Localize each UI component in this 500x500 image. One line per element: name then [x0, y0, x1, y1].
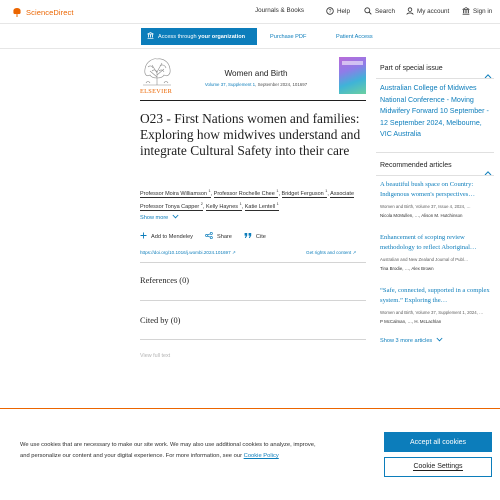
header-divider: [140, 100, 366, 101]
plus-icon: [140, 232, 147, 241]
view-full-text-link[interactable]: View full text: [140, 353, 170, 359]
sidebar-divider: [376, 152, 494, 153]
institution-icon: [147, 32, 154, 41]
access-label: Access through your organization: [158, 33, 246, 40]
nav-sign-in[interactable]: Sign in: [462, 7, 492, 15]
volume-link[interactable]: Volume 37, Supplement 1: [205, 82, 255, 87]
recommended-article-title[interactable]: “Safe, connected, supported in a complex…: [380, 286, 492, 305]
nav-label: Help: [337, 7, 350, 15]
chevron-up-icon[interactable]: [484, 163, 492, 181]
doi-link[interactable]: https://doi.org/10.1016/j.wombi.2024.101…: [140, 250, 236, 256]
show-more-articles-button[interactable]: Show 3 more articles: [380, 337, 443, 344]
cookie-settings-button[interactable]: Cookie Settings: [384, 457, 492, 477]
nav-label: Search: [375, 7, 395, 15]
patient-access-link[interactable]: Patient Access: [336, 34, 373, 40]
divider: [140, 339, 366, 340]
recommended-article-authors: P McCalman, …, H. McLachlan: [380, 319, 442, 324]
date-pages: , September 2024, 101697: [255, 82, 308, 87]
search-icon: [364, 7, 372, 15]
elsevier-tree-icon: [12, 7, 22, 18]
show-more-label: Show more: [140, 214, 169, 221]
sidebar-divider: [376, 78, 494, 79]
publisher-name: ELSEVIER: [140, 88, 173, 95]
cookie-policy-link[interactable]: Cookie Policy: [244, 453, 279, 459]
cite-label: Cite: [255, 233, 266, 240]
nav-my-account[interactable]: My account: [406, 7, 449, 15]
recommended-article-meta: Women and Birth, Volume 37, Supplement 1…: [380, 310, 484, 315]
journal-title[interactable]: Women and Birth: [176, 69, 336, 78]
nav-journals-books[interactable]: Journals & Books: [255, 7, 304, 14]
special-issue-heading: Part of special issue: [380, 65, 443, 72]
recommended-article-meta: Women and Birth, Volume 37, Issue 4, 202…: [380, 204, 471, 209]
add-to-mendeley-button[interactable]: Add to Mendeley: [140, 232, 193, 241]
journal-cover-image[interactable]: [339, 57, 366, 94]
access-bar: Access through your organization Purchas…: [0, 26, 500, 49]
share-button[interactable]: Share: [205, 231, 232, 241]
share-label: Share: [216, 233, 232, 240]
chevron-down-icon: [172, 214, 179, 221]
logo-text: ScienceDirect: [26, 8, 74, 17]
cookie-settings-label: Cookie Settings: [413, 463, 463, 471]
chevron-up-icon[interactable]: [484, 66, 492, 84]
recommended-article-authors: Tina Brodie, …, Alex Brown: [380, 266, 434, 271]
cited-by-heading: Cited by (0): [140, 316, 181, 325]
accept-all-cookies-button[interactable]: Accept all cookies: [384, 432, 492, 452]
author-list: Professor Moira Williamson 1, Professor …: [140, 189, 355, 212]
nav-help[interactable]: ? Help: [326, 7, 350, 15]
show-more-authors-button[interactable]: Show more: [140, 214, 179, 221]
cookie-banner: We use cookies that are necessary to mak…: [0, 409, 500, 500]
person-icon: [406, 7, 414, 15]
article-actions: Add to Mendeley Share Cite: [140, 231, 266, 241]
divider: [140, 300, 366, 301]
purchase-pdf-link[interactable]: Purchase PDF: [270, 34, 306, 40]
recommended-article-authors: Nicola McMullen, …, Alison M. Hutchinson: [380, 213, 463, 218]
divider: [140, 262, 366, 263]
access-through-organization-button[interactable]: Access through your organization: [141, 28, 257, 45]
nav-label: Journals & Books: [255, 7, 305, 14]
special-issue-link[interactable]: Australian College of Midwives National …: [380, 83, 490, 141]
svg-text:?: ?: [329, 9, 332, 15]
author-link[interactable]: Bridget Ferguson 1: [281, 189, 328, 198]
quote-icon: [244, 232, 252, 241]
nav-search[interactable]: Search: [364, 7, 395, 15]
mendeley-label: Add to Mendeley: [151, 233, 193, 240]
nav-label: My account: [417, 7, 450, 15]
recommended-articles-heading: Recommended articles: [380, 162, 452, 169]
recommended-article-title[interactable]: Enhancement of scoping review methodolog…: [380, 233, 492, 252]
share-icon: [205, 231, 213, 241]
rights-link[interactable]: Get rights and content ↗: [306, 250, 356, 256]
article-title: O23 - First Nations women and families: …: [140, 111, 361, 158]
sidebar-divider: [376, 175, 494, 176]
author-link[interactable]: Kelly Haynes 1: [205, 202, 242, 212]
nav-label: Sign in: [473, 7, 493, 15]
author-link[interactable]: Professor Rochelle Chee 1: [213, 189, 279, 198]
show-more-articles-label: Show 3 more articles: [380, 337, 433, 344]
author-link[interactable]: Katie Lentell 1: [244, 202, 279, 212]
recommended-article-meta: Australian and New Zealand Journal of Pu…: [380, 257, 469, 262]
sciencedirect-logo[interactable]: ScienceDirect: [12, 7, 74, 18]
cookie-message: We use cookies that are necessary to mak…: [20, 440, 320, 462]
institution-icon: [462, 7, 470, 15]
author-link[interactable]: Professor Moira Williamson 1: [140, 189, 211, 198]
cite-button[interactable]: Cite: [244, 232, 266, 241]
references-heading: References (0): [140, 276, 190, 285]
help-icon: ?: [326, 7, 334, 15]
journal-volume-info: Volume 37, Supplement 1, September 2024,…: [176, 82, 336, 87]
top-header: ScienceDirect Journals & Books ? Help Se…: [0, 0, 500, 24]
recommended-article-title[interactable]: A beautiful bush space on Country: Indig…: [380, 180, 492, 199]
chevron-down-icon: [436, 337, 443, 344]
cover-title-band: [342, 61, 363, 65]
